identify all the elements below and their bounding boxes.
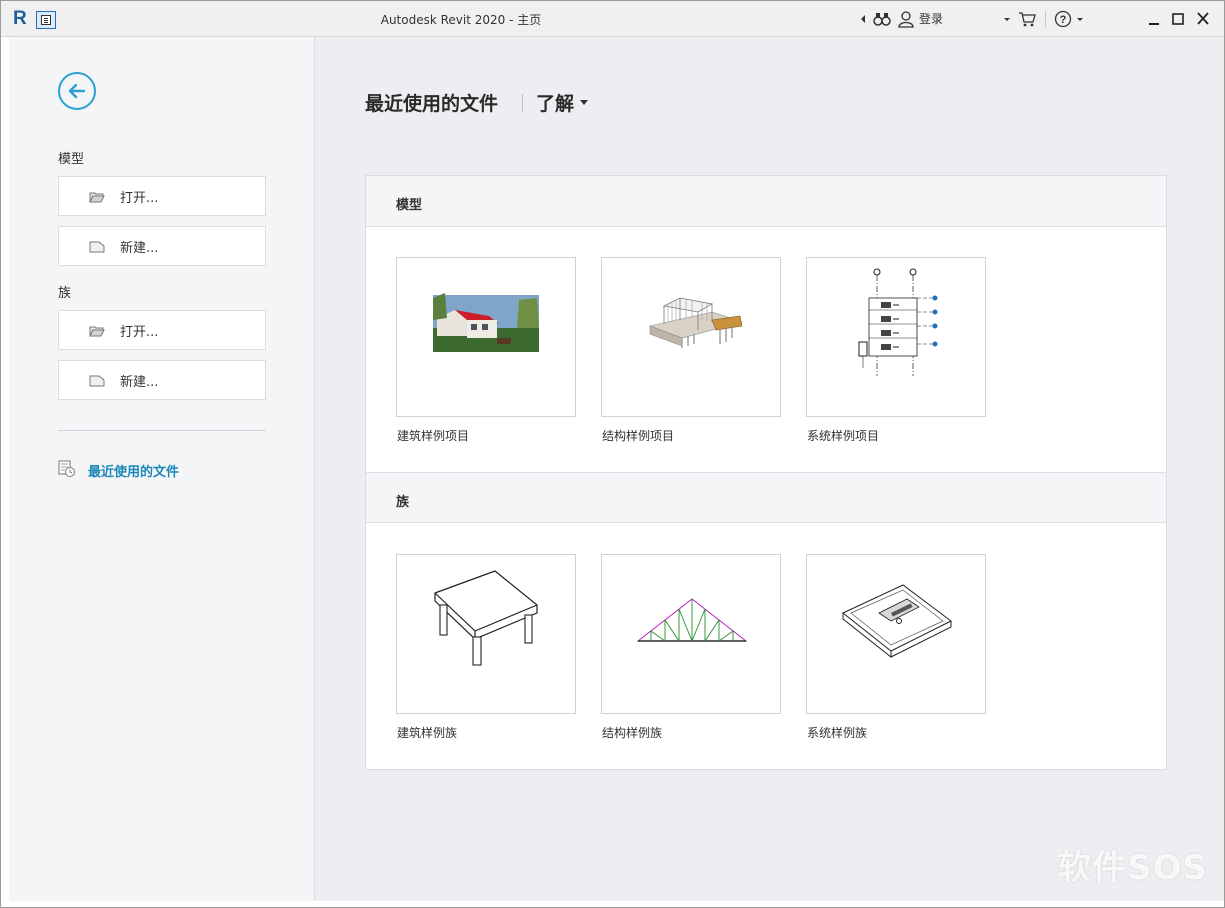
thumbnail-arch-project[interactable] <box>396 257 576 417</box>
folder-open-icon <box>89 192 105 203</box>
model-new-button[interactable]: 新建... <box>58 226 266 266</box>
help-dropdown-icon[interactable] <box>1076 10 1084 28</box>
back-arrow-icon[interactable] <box>58 72 96 110</box>
family-open-label: 打开... <box>120 325 159 340</box>
section-header-model: 模型 <box>366 176 1166 227</box>
family-open-button[interactable]: 打开... <box>58 310 266 350</box>
titlebar-separator <box>1045 11 1046 27</box>
help-icon[interactable]: ? <box>1054 10 1072 28</box>
model-new-label: 新建... <box>120 241 159 256</box>
svg-text:?: ? <box>1060 14 1067 26</box>
search-toggle-icon[interactable] <box>859 10 867 28</box>
family-new-button[interactable]: 新建... <box>58 360 266 400</box>
family-new-label: 新建... <box>120 375 159 390</box>
folder-open-icon <box>89 326 105 337</box>
model-open-button[interactable]: 打开... <box>58 176 266 216</box>
recent-files-icon <box>58 460 75 477</box>
model-heading: 模型 <box>58 152 85 167</box>
recent-files-link[interactable]: 最近使用的文件 <box>58 460 278 480</box>
window-title: Autodesk Revit 2020 - 主页 <box>380 13 542 27</box>
thumbnail-struct-project[interactable] <box>601 257 781 417</box>
file-card-label: 建筑样例项目 <box>397 429 470 443</box>
login-label[interactable]: 登录 <box>919 10 943 28</box>
file-card-label: 系统样例族 <box>807 726 868 740</box>
tab-learn[interactable]: 了解 <box>536 89 589 116</box>
main-content: 最近使用的文件 了解 模型 建筑样例项目 结构样例项目 系统样例项目 族 建筑样… <box>315 37 1224 901</box>
tab-separator <box>522 94 523 112</box>
chevron-down-icon <box>580 100 589 105</box>
sidebar: 模型 打开... 新建... 族 打开... 新建... 最近使用的文件 <box>9 37 315 901</box>
thumbnail-arch-family[interactable] <box>396 554 576 714</box>
file-card-label: 系统样例项目 <box>807 429 880 443</box>
binoculars-icon[interactable] <box>873 10 891 28</box>
file-card-label: 建筑样例族 <box>397 726 458 740</box>
thumbnail-sys-family[interactable] <box>806 554 986 714</box>
new-file-icon <box>89 375 105 387</box>
close-icon[interactable] <box>1192 9 1214 29</box>
model-open-label: 打开... <box>120 191 159 206</box>
cart-icon[interactable] <box>1018 10 1036 28</box>
recent-files-panel: 模型 建筑样例项目 结构样例项目 系统样例项目 族 建筑样例族 结构样例族 系统… <box>365 175 1167 770</box>
title-bar: R Autodesk Revit 2020 - 主页 登录 ? <box>1 1 1224 37</box>
sidebar-divider <box>58 430 266 431</box>
user-icon[interactable] <box>898 10 914 28</box>
maximize-icon[interactable] <box>1167 9 1189 29</box>
minimize-icon[interactable] <box>1143 9 1165 29</box>
section-title: 模型 <box>396 198 423 213</box>
file-card-label: 结构样例项目 <box>602 429 675 443</box>
thumbnail-struct-family[interactable] <box>601 554 781 714</box>
section-header-family: 族 <box>366 472 1166 523</box>
tab-learn-label: 了解 <box>536 93 575 115</box>
family-heading: 族 <box>58 286 72 301</box>
recent-files-label: 最近使用的文件 <box>88 465 180 480</box>
login-dropdown-icon[interactable] <box>1003 10 1011 28</box>
section-title: 族 <box>396 495 410 510</box>
watermark: 软件SOS <box>1057 848 1208 888</box>
tab-recent-files[interactable]: 最近使用的文件 <box>365 89 498 116</box>
file-card-label: 结构样例族 <box>602 726 663 740</box>
new-file-icon <box>89 241 105 253</box>
thumbnail-sys-project[interactable] <box>806 257 986 417</box>
revit-window: R Autodesk Revit 2020 - 主页 登录 ? 模型 打开...… <box>0 0 1225 908</box>
